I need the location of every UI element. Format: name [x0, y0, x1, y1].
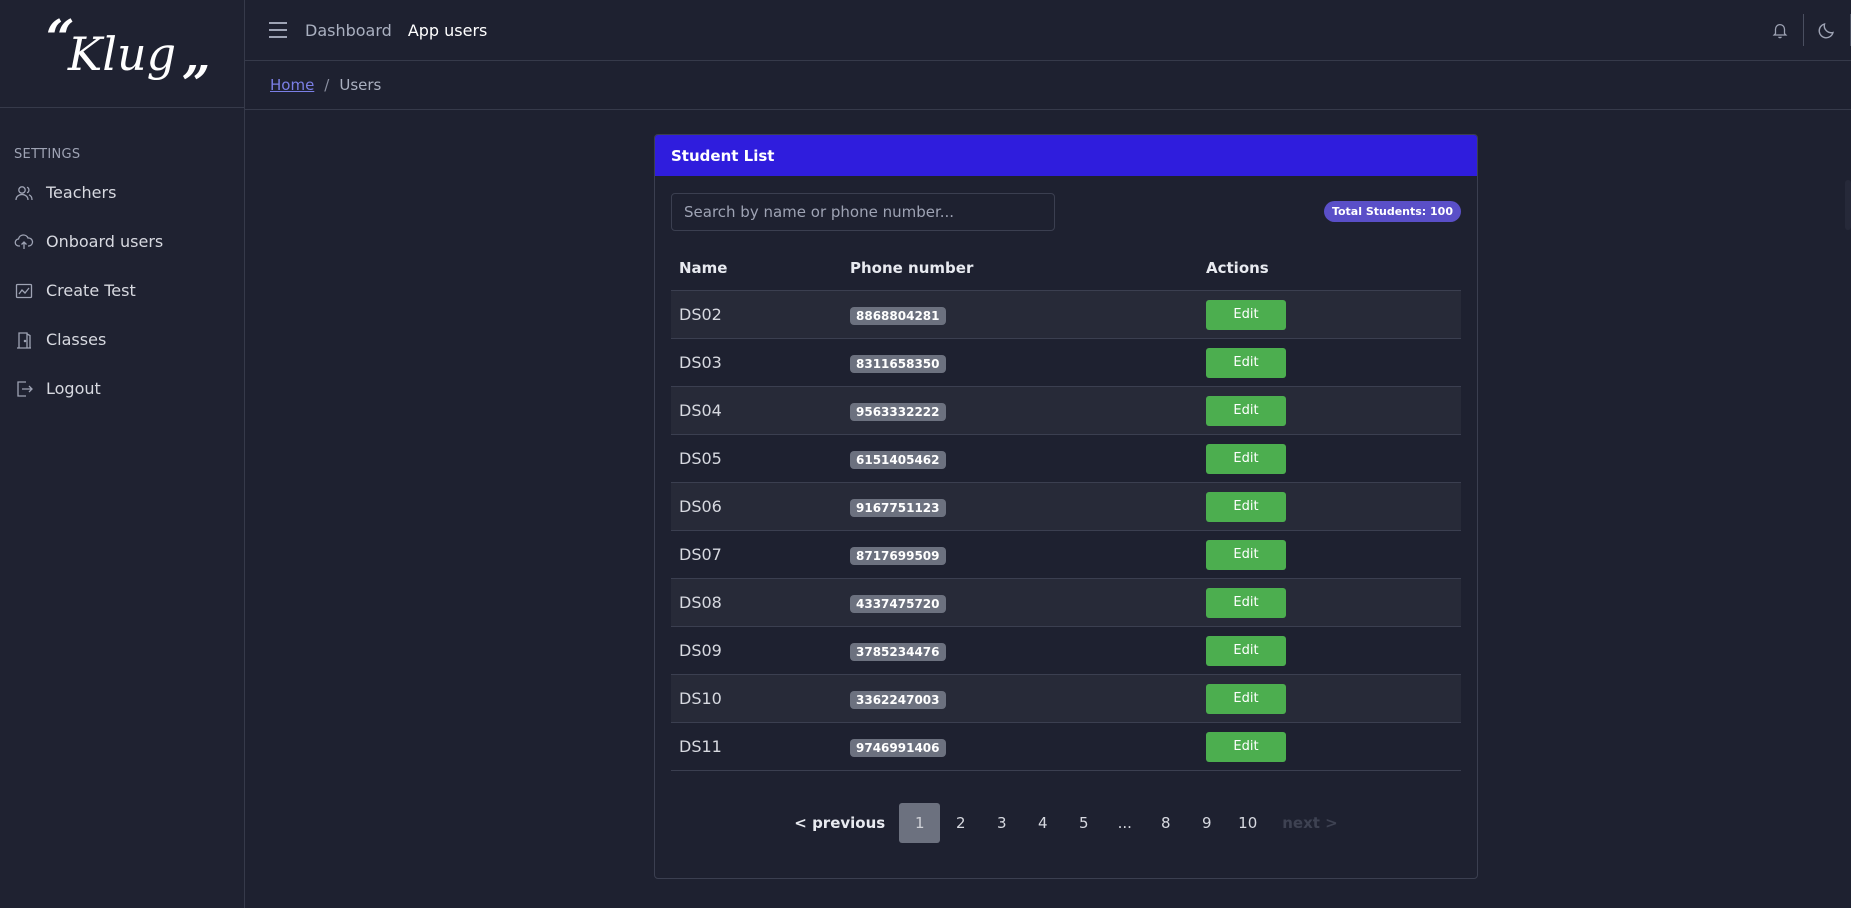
phone-badge: 9746991406 — [850, 738, 946, 757]
pagination-previous[interactable]: < previous — [790, 803, 899, 843]
student-name: DS09 — [671, 626, 842, 675]
table-row: DS08 4337475720 Edit — [671, 578, 1461, 627]
breadcrumb: Home / Users — [245, 61, 1851, 110]
table-row: DS06 9167751123 Edit — [671, 482, 1461, 531]
sidebar-item-logout[interactable]: Logout — [0, 364, 244, 413]
door-icon — [14, 330, 34, 350]
sidebar-item-label: Classes — [46, 330, 107, 349]
chart-icon — [14, 281, 34, 301]
sidebar-item-label: Create Test — [46, 281, 136, 300]
table-row: DS09 3785234476 Edit — [671, 626, 1461, 675]
sidebar-item-classes[interactable]: Classes — [0, 315, 244, 364]
table-row: DS05 6151405462 Edit — [671, 434, 1461, 483]
table-header-row: Name Phone number Actions — [671, 245, 1461, 291]
phone-badge: 6151405462 — [850, 450, 946, 469]
edit-button[interactable]: Edit — [1206, 683, 1286, 714]
pagination: < previous 1 2 3 4 5 ... 8 9 10 next > — [655, 803, 1477, 843]
edit-button[interactable]: Edit — [1206, 443, 1286, 474]
table-row: DS10 3362247003 Edit — [671, 674, 1461, 723]
pagination-page-3[interactable]: 3 — [981, 803, 1022, 843]
edit-button[interactable]: Edit — [1206, 635, 1286, 666]
users-icon — [14, 183, 34, 203]
phone-badge: 4337475720 — [850, 594, 946, 613]
phone-badge: 3362247003 — [850, 690, 946, 709]
student-name: DS03 — [671, 338, 842, 387]
pagination-page-8[interactable]: 8 — [1145, 803, 1186, 843]
table-row: DS04 9563332222 Edit — [671, 386, 1461, 435]
pagination-page-9[interactable]: 9 — [1186, 803, 1227, 843]
edit-button[interactable]: Edit — [1206, 587, 1286, 618]
phone-badge: 8717699509 — [850, 546, 946, 565]
settings-section-title: SETTINGS — [14, 147, 81, 162]
edit-button[interactable]: Edit — [1206, 731, 1286, 762]
pagination-page-10[interactable]: 10 — [1227, 803, 1268, 843]
cloud-upload-icon — [14, 232, 34, 252]
students-table: Name Phone number Actions DS02 886880428… — [671, 245, 1461, 771]
student-name: DS02 — [671, 290, 842, 339]
student-list-card: Student List Total Students: 100 Name Ph… — [654, 134, 1478, 879]
pagination-page-5[interactable]: 5 — [1063, 803, 1104, 843]
logo-quote-open: “ — [45, 7, 75, 67]
phone-badge: 9167751123 — [850, 498, 946, 517]
logo[interactable]: “ Klug ” — [0, 0, 244, 108]
student-name: DS04 — [671, 386, 842, 435]
phone-badge: 8868804281 — [850, 306, 946, 325]
edit-button[interactable]: Edit — [1206, 395, 1286, 426]
breadcrumb-current: Users — [339, 76, 382, 94]
table-row: DS02 8868804281 Edit — [671, 290, 1461, 339]
nav-dashboard[interactable]: Dashboard — [305, 21, 392, 40]
phone-badge: 3785234476 — [850, 642, 946, 661]
logo-text: Klug — [67, 26, 177, 81]
bell-icon[interactable] — [1769, 19, 1791, 41]
table-row: DS11 9746991406 Edit — [671, 722, 1461, 771]
student-name: DS06 — [671, 482, 842, 531]
logout-icon — [14, 379, 34, 399]
nav-app-users[interactable]: App users — [408, 21, 488, 40]
pagination-ellipsis: ... — [1117, 814, 1132, 832]
sidebar-item-create-test[interactable]: Create Test — [0, 266, 244, 315]
student-name: DS11 — [671, 722, 842, 771]
top-header: Dashboard App users — [245, 0, 1851, 61]
search-input[interactable] — [671, 193, 1055, 231]
sidebar: “ Klug ” SETTINGS Teachers Onboard users… — [0, 0, 245, 908]
edit-button[interactable]: Edit — [1206, 347, 1286, 378]
student-name: DS08 — [671, 578, 842, 627]
student-name: DS10 — [671, 674, 842, 723]
sidebar-item-label: Teachers — [46, 183, 117, 202]
logo-quote-close: ” — [181, 53, 211, 113]
column-header-phone: Phone number — [842, 245, 1198, 291]
phone-badge: 9563332222 — [850, 402, 946, 421]
table-row: DS03 8311658350 Edit — [671, 338, 1461, 387]
breadcrumb-home-link[interactable]: Home — [270, 76, 314, 94]
sidebar-item-label: Onboard users — [46, 232, 164, 251]
pagination-page-4[interactable]: 4 — [1022, 803, 1063, 843]
sidebar-item-label: Logout — [46, 379, 101, 398]
edit-button[interactable]: Edit — [1206, 299, 1286, 330]
hamburger-menu-icon[interactable] — [269, 22, 287, 38]
pagination-next: next > — [1282, 814, 1338, 832]
pagination-page-2[interactable]: 2 — [940, 803, 981, 843]
sidebar-item-onboard-users[interactable]: Onboard users — [0, 217, 244, 266]
edit-button[interactable]: Edit — [1206, 539, 1286, 570]
breadcrumb-separator: / — [324, 76, 330, 94]
header-divider — [1803, 14, 1804, 46]
scrollbar[interactable] — [1845, 180, 1851, 230]
total-students-badge: Total Students: 100 — [1323, 201, 1461, 222]
edit-button[interactable]: Edit — [1206, 491, 1286, 522]
column-header-name: Name — [671, 245, 842, 291]
card-title: Student List — [655, 135, 1477, 176]
moon-icon[interactable] — [1816, 19, 1838, 41]
pagination-page-1[interactable]: 1 — [899, 803, 941, 843]
column-header-actions: Actions — [1198, 245, 1461, 291]
phone-badge: 8311658350 — [850, 354, 946, 373]
table-row: DS07 8717699509 Edit — [671, 530, 1461, 579]
student-name: DS07 — [671, 530, 842, 579]
student-name: DS05 — [671, 434, 842, 483]
sidebar-item-teachers[interactable]: Teachers — [0, 168, 244, 217]
